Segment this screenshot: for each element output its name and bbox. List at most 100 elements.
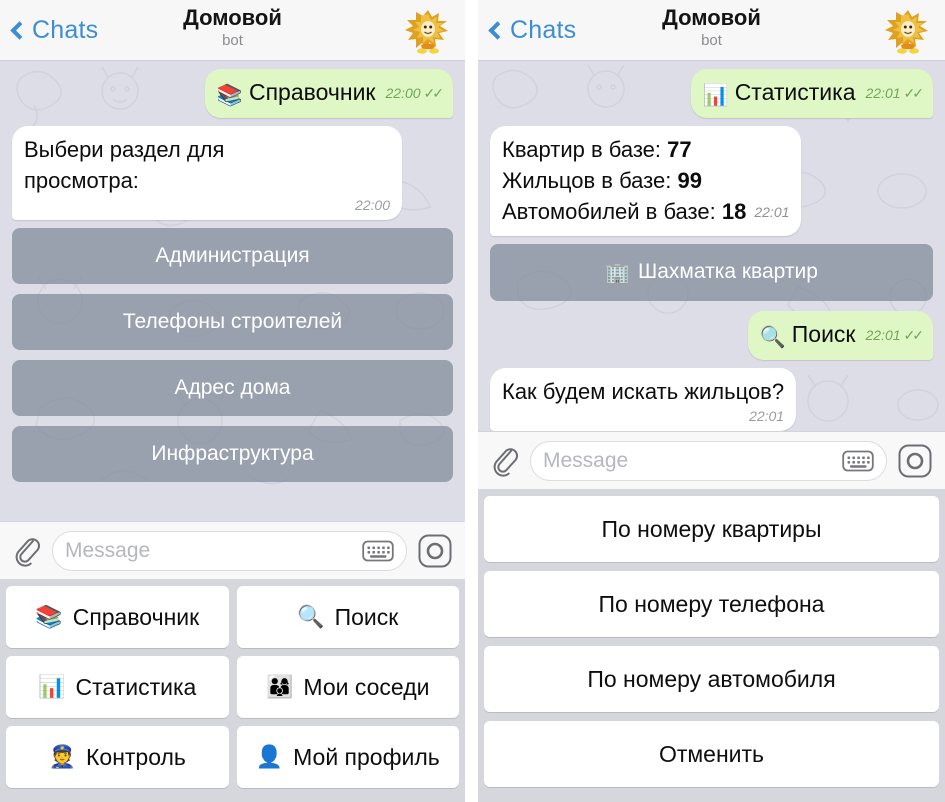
message-bubble-spravochnik[interactable]: 📚 Справочник 22:00 ✓✓ [204, 69, 453, 118]
right-inline-keyboard: 🏢 Шахматка квартир [490, 244, 933, 301]
left-phone-screen: Chats Домовой bot 📚 Справочник 22:00 ✓✓ … [0, 0, 465, 802]
right-reply-keyboard: По номеру квартиры По номеру телефона По… [478, 489, 945, 802]
back-to-chats-button[interactable]: Chats [10, 16, 98, 45]
left-chat-body: 📚 Справочник 22:00 ✓✓ Выбери раздел для про… [0, 61, 465, 521]
magnifier-icon: 🔍 [759, 325, 786, 349]
message-row-outgoing: 🔍 Поиск 22:01 ✓✓ [490, 311, 933, 360]
reply-key-spravochnik[interactable]: 📚 Справочник [6, 586, 229, 648]
reply-key-label: Статистика [75, 673, 197, 700]
keyboard-icon[interactable] [842, 449, 874, 473]
paperclip-icon[interactable] [490, 444, 520, 478]
left-message-list: 📚 Справочник 22:00 ✓✓ Выбери раздел для про… [12, 69, 453, 482]
right-chat-body: 📊 Статистика 22:01 ✓✓ Квартир в базе: 77 Жи… [478, 61, 945, 431]
dual-screenshot-container: Chats Домовой bot 📚 Справочник 22:00 ✓✓ … [0, 0, 945, 802]
family-icon: 👨‍👩‍👦 [266, 674, 294, 700]
bot-avatar[interactable] [403, 5, 453, 55]
message-time: 22:01 [749, 408, 785, 424]
message-row-incoming: Как будем искать жильцов? 22:01 [490, 368, 933, 431]
bar-chart-icon: 📊 [702, 83, 729, 107]
read-ticks-icon: ✓✓ [903, 85, 925, 101]
left-reply-keyboard: 📚 Справочник 🔍 Поиск 📊 Статистика 👨‍👩‍👦 … [0, 579, 465, 802]
inline-button-apartment-grid[interactable]: 🏢 Шахматка квартир [490, 244, 933, 301]
message-bubble-how-to-search[interactable]: Как будем искать жильцов? 22:01 [490, 368, 797, 431]
paperclip-icon[interactable] [12, 534, 42, 568]
message-text: Справочник [248, 79, 376, 105]
keyboard-row: Отменить [484, 721, 939, 787]
message-time: 22:00 [354, 197, 390, 213]
police-officer-icon: 👮 [48, 744, 76, 770]
reply-key-moy-profil[interactable]: 👤 Мой профиль [236, 726, 459, 788]
stat-value: 77 [667, 137, 692, 162]
inline-button-label: Шахматка квартир [638, 260, 818, 283]
message-row-incoming: Квартир в базе: 77 Жильцов в базе: 99 Ав… [490, 126, 933, 236]
chevron-left-icon [488, 20, 507, 40]
message-text-line-2: просмотра: [24, 168, 139, 193]
message-input-field[interactable]: Message [530, 440, 887, 481]
keyboard-row: 📚 Справочник 🔍 Поиск [6, 586, 459, 648]
right-message-list: 📊 Статистика 22:01 ✓✓ Квартир в базе: 77 Жи… [490, 69, 933, 431]
left-inline-keyboard: Администрация Телефоны строителей Адрес … [12, 228, 453, 482]
inline-button-infrastructure[interactable]: Инфраструктура [12, 426, 453, 482]
record-voice-icon[interactable] [417, 533, 453, 569]
back-button-label: Chats [32, 15, 99, 44]
reply-key-kontrol[interactable]: 👮 Контроль [6, 726, 229, 788]
back-to-chats-button[interactable]: Chats [488, 16, 576, 45]
reply-key-by-car-number[interactable]: По номеру автомобиля [484, 646, 939, 712]
reply-key-label: Справочник [72, 603, 200, 630]
reply-key-cancel[interactable]: Отменить [484, 721, 939, 787]
message-time: 22:00 [385, 85, 421, 101]
message-meta: 22:00 ✓✓ [385, 78, 445, 108]
stat-label: Автомобилей в базе: [502, 199, 716, 224]
message-text: Статистика [734, 79, 856, 105]
right-chat-header: Chats Домовой bot [478, 0, 945, 61]
message-text-line-1: Выбери раздел для [24, 137, 225, 162]
reply-key-statistika[interactable]: 📊 Статистика [6, 656, 229, 718]
reply-key-label: Поиск [334, 603, 399, 630]
message-bubble-choose-section[interactable]: Выбери раздел для просмотра: 22:00 [12, 126, 402, 220]
stat-value: 18 [721, 199, 747, 224]
stat-line-apartments: Квартир в базе: 77 [502, 134, 789, 165]
reply-key-label: Мои соседи [303, 673, 430, 700]
message-row-incoming: Выбери раздел для просмотра: 22:00 [12, 126, 453, 220]
reply-key-by-apartment-number[interactable]: По номеру квартиры [484, 496, 939, 562]
message-input-placeholder: Message [65, 538, 151, 562]
message-text: Поиск [791, 321, 856, 347]
message-time: 22:01 [865, 327, 901, 343]
stat-value: 99 [677, 168, 702, 193]
inline-button-builders-phones[interactable]: Телефоны строителей [12, 294, 453, 350]
message-row-outgoing: 📊 Статистика 22:01 ✓✓ [490, 69, 933, 118]
stat-line-residents: Жильцов в базе: 99 [502, 165, 789, 196]
reply-key-by-phone-number[interactable]: По номеру телефона [484, 571, 939, 637]
inline-button-house-address[interactable]: Адрес дома [12, 360, 453, 416]
bar-chart-icon: 📊 [38, 674, 66, 700]
record-voice-icon[interactable] [897, 443, 933, 479]
books-icon: 📚 [216, 83, 243, 107]
keyboard-row: По номеру квартиры [484, 496, 939, 562]
back-button-label: Chats [510, 15, 577, 44]
message-bubble-statistika[interactable]: 📊 Статистика 22:01 ✓✓ [690, 69, 933, 118]
reply-key-moi-sosedi[interactable]: 👨‍👩‍👦 Мои соседи [236, 656, 459, 718]
keyboard-row: 👮 Контроль 👤 Мой профиль [6, 726, 459, 788]
message-bubble-stats[interactable]: Квартир в базе: 77 Жильцов в базе: 99 Ав… [490, 126, 802, 236]
reply-key-poisk[interactable]: 🔍 Поиск [236, 586, 459, 648]
left-chat-header: Chats Домовой bot [0, 0, 465, 61]
message-text: Как будем искать жильцов? [502, 379, 785, 404]
reply-key-label: Мой профиль [293, 743, 440, 770]
inline-button-administration[interactable]: Администрация [12, 228, 453, 284]
chevron-left-icon [10, 20, 29, 40]
reply-key-label: Контроль [86, 743, 186, 770]
keyboard-row: По номеру автомобиля [484, 646, 939, 712]
magnifier-icon: 🔍 [297, 604, 325, 630]
bot-avatar[interactable] [883, 5, 933, 55]
stat-label: Жильцов в базе: [502, 168, 672, 193]
books-icon: 📚 [35, 604, 63, 630]
message-bubble-poisk[interactable]: 🔍 Поиск 22:01 ✓✓ [747, 311, 933, 360]
right-phone-screen: Chats Домовой bot 📊 Статистика 22:01 ✓✓ … [478, 0, 945, 802]
read-ticks-icon: ✓✓ [423, 85, 445, 101]
message-time: 22:01 [754, 204, 790, 220]
keyboard-icon[interactable] [362, 539, 394, 563]
panel-divider [465, 0, 478, 802]
keyboard-row: 📊 Статистика 👨‍👩‍👦 Мои соседи [6, 656, 459, 718]
message-input-field[interactable]: Message [52, 530, 407, 571]
stat-line-cars: Автомобилей в базе: 18 22:01 [502, 196, 789, 228]
